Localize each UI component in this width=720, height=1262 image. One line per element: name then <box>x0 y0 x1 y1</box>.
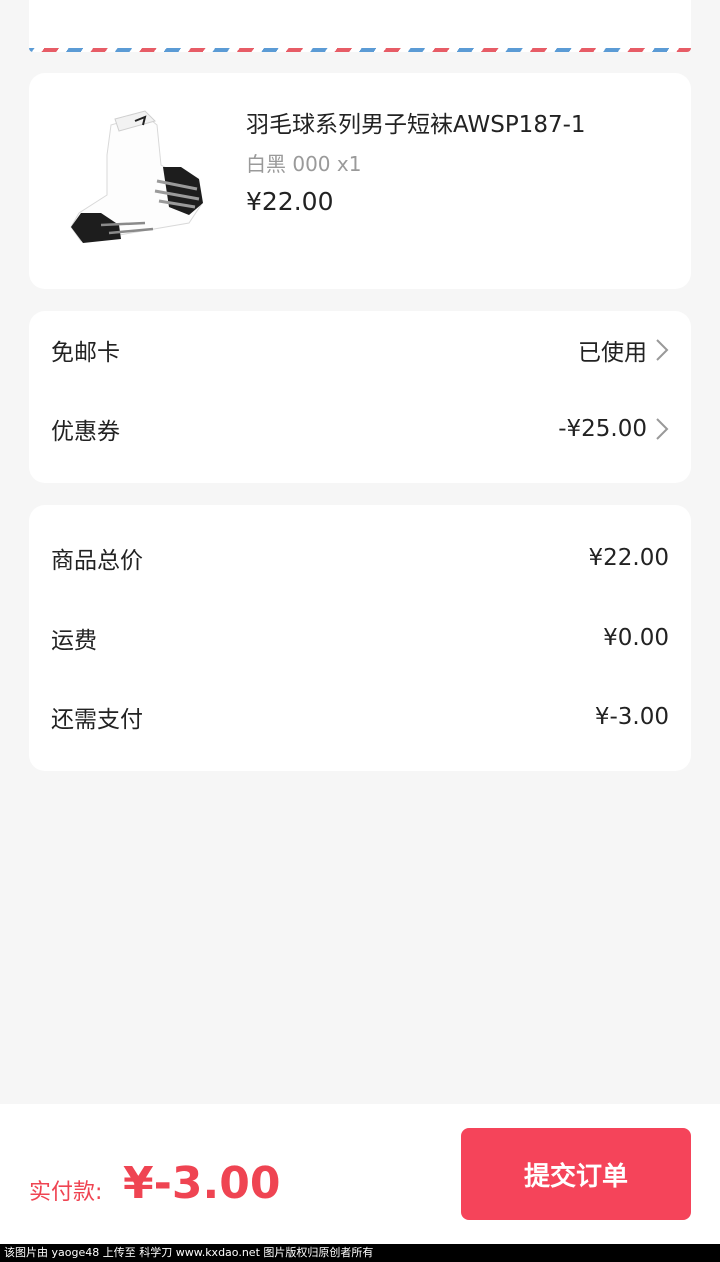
chevron-right-icon <box>656 339 669 361</box>
remaining-value: ¥-3.00 <box>594 704 669 730</box>
free-shipping-value: 已使用 <box>578 340 647 366</box>
discount-card: 免邮卡 已使用 优惠券 -¥25.00 <box>29 311 691 483</box>
coupon-label: 优惠券 <box>51 419 120 445</box>
subtotal-label: 商品总价 <box>51 548 143 574</box>
product-spec: 白黑 000 x1 <box>246 152 362 176</box>
free-shipping-label: 免邮卡 <box>51 340 120 366</box>
address-card[interactable] <box>29 0 691 52</box>
sock-image <box>49 95 221 267</box>
subtotal-value: ¥22.00 <box>588 545 669 571</box>
remaining-row: 还需支付 ¥-3.00 <box>51 697 669 737</box>
free-shipping-row[interactable]: 免邮卡 已使用 <box>51 330 669 370</box>
product-price: ¥22.00 <box>246 187 334 216</box>
watermark-text: 该图片由 yaoge48 上传至 科学刀 www.kxdao.net 图片版权归… <box>0 1244 720 1262</box>
shipping-row: 运费 ¥0.00 <box>51 618 669 658</box>
coupon-value: -¥25.00 <box>558 416 647 442</box>
product-title: 羽毛球系列男子短袜AWSP187-1 <box>246 112 586 138</box>
checkout-bar: 实付款: ¥-3.00 提交订单 <box>0 1104 720 1244</box>
shipping-label: 运费 <box>51 628 97 654</box>
product-card[interactable]: 羽毛球系列男子短袜AWSP187-1 白黑 000 x1 ¥22.00 <box>29 73 691 289</box>
subtotal-row: 商品总价 ¥22.00 <box>51 538 669 578</box>
pay-amount: ¥-3.00 <box>123 1158 281 1209</box>
submit-order-button[interactable]: 提交订单 <box>461 1128 691 1220</box>
pay-label: 实付款: <box>29 1180 103 1205</box>
coupon-row[interactable]: 优惠券 -¥25.00 <box>51 409 669 449</box>
airmail-border <box>29 48 691 52</box>
price-summary-card: 商品总价 ¥22.00 运费 ¥0.00 还需支付 ¥-3.00 <box>29 505 691 771</box>
remaining-label: 还需支付 <box>51 707 143 733</box>
shipping-value: ¥0.00 <box>603 625 669 651</box>
chevron-right-icon <box>656 418 669 440</box>
